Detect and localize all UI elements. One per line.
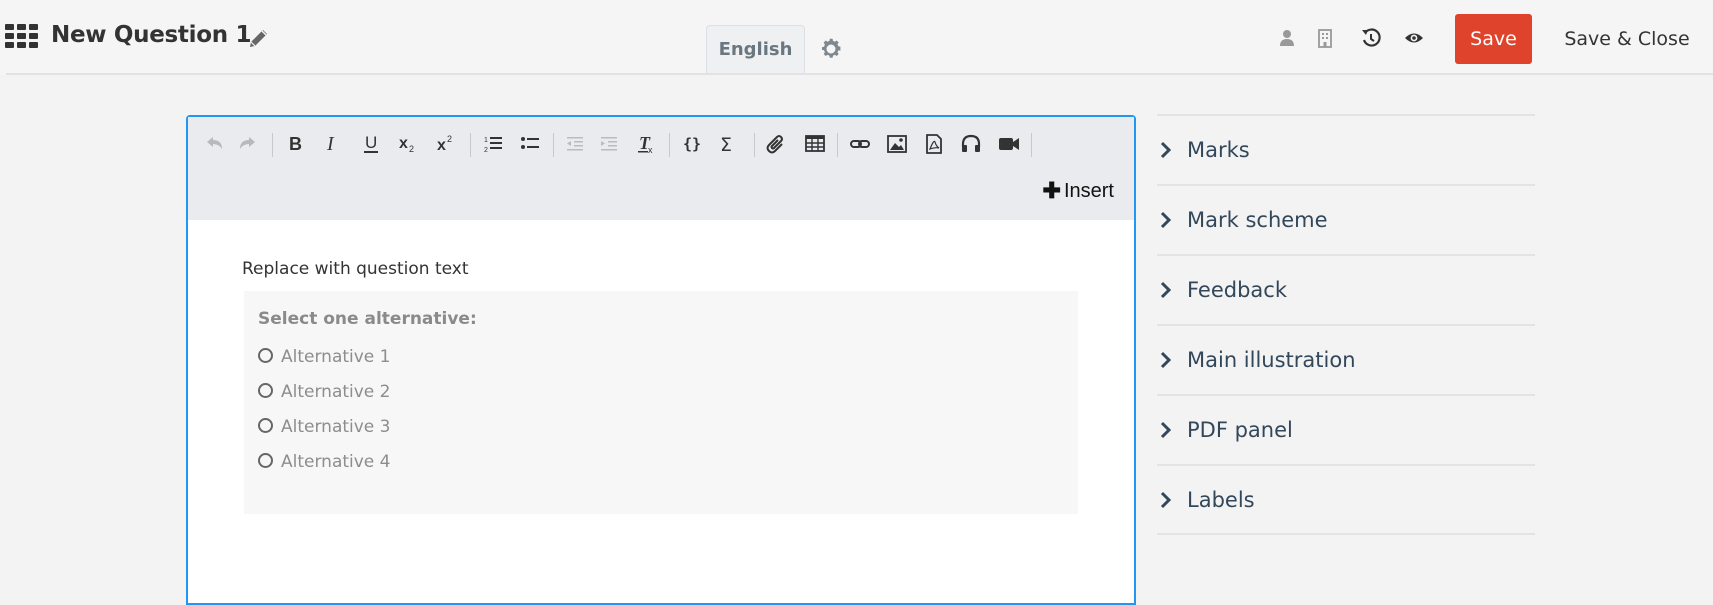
panel-item-main-illustration[interactable]: Main illustration xyxy=(1157,326,1535,394)
code-braces-icon[interactable]: {} xyxy=(676,130,706,158)
link-icon[interactable] xyxy=(845,130,875,158)
pdf-icon[interactable] xyxy=(919,130,949,158)
header-divider xyxy=(6,73,1713,75)
history-icon[interactable] xyxy=(1360,27,1382,49)
svg-text:{}: {} xyxy=(683,135,701,153)
panel-item-mark-scheme[interactable]: Mark scheme xyxy=(1157,186,1535,254)
panel-item-labels[interactable]: Labels xyxy=(1157,466,1535,534)
svg-text:2: 2 xyxy=(484,147,488,154)
chevron-right-icon xyxy=(1159,420,1187,440)
chevron-right-icon xyxy=(1159,210,1187,230)
bulleted-list-icon[interactable] xyxy=(515,130,545,158)
subscript-icon[interactable]: x2 xyxy=(393,130,423,158)
panel-item-pdf-panel[interactable]: PDF panel xyxy=(1157,396,1535,464)
toolbar-separator xyxy=(1031,133,1032,157)
svg-text:B: B xyxy=(289,134,302,154)
italic-icon[interactable]: I xyxy=(317,130,347,158)
image-icon[interactable] xyxy=(882,130,912,158)
svg-text:2: 2 xyxy=(409,144,414,154)
panel-item-label: Mark scheme xyxy=(1187,208,1328,232)
alternative-option[interactable]: Alternative 1 xyxy=(258,347,391,367)
building-icon[interactable] xyxy=(1314,27,1336,49)
panel-divider xyxy=(1157,533,1535,535)
clear-formatting-icon[interactable]: Tx xyxy=(632,130,662,158)
chevron-right-icon xyxy=(1159,350,1187,370)
chevron-right-icon xyxy=(1159,140,1187,160)
alternatives-heading: Select one alternative: xyxy=(258,309,477,329)
user-icon[interactable] xyxy=(1276,27,1298,49)
alternative-label: Alternative 2 xyxy=(281,382,391,402)
panel-item-marks[interactable]: Marks xyxy=(1157,116,1535,184)
alternative-label: Alternative 4 xyxy=(281,452,391,472)
radio-icon[interactable] xyxy=(258,452,273,468)
toolbar-separator xyxy=(553,133,554,157)
alternatives-block: Select one alternative: Alternative 1 Al… xyxy=(244,291,1078,514)
alternative-option[interactable]: Alternative 3 xyxy=(258,417,391,437)
chevron-right-icon xyxy=(1159,280,1187,300)
save-and-close-button[interactable]: Save & Close xyxy=(1552,14,1702,64)
svg-text:x: x xyxy=(648,145,653,155)
tab-language-english[interactable]: English xyxy=(706,25,805,73)
svg-text:1: 1 xyxy=(484,137,488,144)
svg-text:2: 2 xyxy=(447,134,452,144)
alternative-option[interactable]: Alternative 4 xyxy=(258,452,391,472)
question-editor[interactable]: B I U x2 x2 1 2 T x {} Σ ✚ Insert Replac… xyxy=(186,115,1136,605)
radio-icon[interactable] xyxy=(258,417,273,433)
editor-toolbar: B I U x2 x2 1 2 T x {} Σ ✚ Insert xyxy=(188,117,1134,220)
panel-item-label: Labels xyxy=(1187,488,1255,512)
radio-icon[interactable] xyxy=(258,382,273,398)
toolbar-separator xyxy=(669,133,670,157)
panel-item-label: PDF panel xyxy=(1187,418,1293,442)
redo-icon[interactable] xyxy=(233,130,263,158)
save-button[interactable]: Save xyxy=(1455,14,1532,64)
top-bar: New Question 1 English Save Save & Close xyxy=(0,0,1713,75)
panel-item-label: Main illustration xyxy=(1187,348,1356,372)
audio-headphones-icon[interactable] xyxy=(956,130,986,158)
panel-item-feedback[interactable]: Feedback xyxy=(1157,256,1535,324)
video-camera-icon[interactable] xyxy=(994,130,1024,158)
svg-text:I: I xyxy=(326,133,335,155)
undo-icon[interactable] xyxy=(199,130,229,158)
chevron-right-icon xyxy=(1159,490,1187,510)
insert-button[interactable]: ✚ Insert xyxy=(1043,178,1114,204)
svg-text:x: x xyxy=(399,135,408,152)
increase-indent-icon[interactable] xyxy=(594,130,624,158)
table-icon[interactable] xyxy=(800,130,830,158)
alternative-option[interactable]: Alternative 2 xyxy=(258,382,391,402)
superscript-icon[interactable]: x2 xyxy=(431,130,461,158)
numbered-list-icon[interactable]: 1 2 xyxy=(478,130,508,158)
toolbar-separator xyxy=(272,133,273,157)
bold-icon[interactable]: B xyxy=(280,130,310,158)
toolbar-separator xyxy=(837,133,838,157)
radio-icon[interactable] xyxy=(258,347,273,363)
apps-grid-icon[interactable] xyxy=(5,24,38,48)
attachment-icon[interactable] xyxy=(762,130,792,158)
preview-eye-icon[interactable] xyxy=(1403,27,1425,49)
svg-text:U: U xyxy=(365,133,377,152)
underline-icon[interactable]: U xyxy=(356,130,386,158)
plus-icon: ✚ xyxy=(1042,178,1061,203)
pencil-icon[interactable] xyxy=(247,26,271,50)
toolbar-separator xyxy=(754,133,755,157)
svg-text:x: x xyxy=(437,137,446,154)
panel-item-label: Feedback xyxy=(1187,278,1288,302)
sum-icon[interactable]: Σ xyxy=(713,130,743,158)
svg-text:Σ: Σ xyxy=(720,134,732,155)
page-title: New Question 1 xyxy=(51,22,252,48)
toolbar-separator xyxy=(470,133,471,157)
alternative-label: Alternative 3 xyxy=(281,417,391,437)
alternative-label: Alternative 1 xyxy=(281,347,391,367)
gear-icon[interactable] xyxy=(819,37,843,61)
panel-item-label: Marks xyxy=(1187,138,1250,162)
decrease-indent-icon[interactable] xyxy=(560,130,590,158)
insert-label: Insert xyxy=(1063,179,1114,202)
question-text[interactable]: Replace with question text xyxy=(242,259,469,279)
